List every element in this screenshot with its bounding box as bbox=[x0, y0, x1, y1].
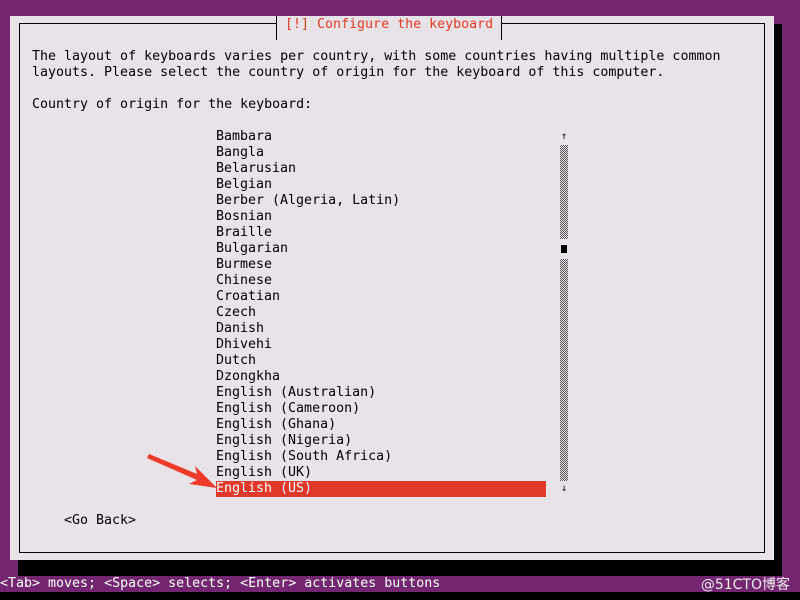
list-item[interactable]: English (Australian) bbox=[216, 385, 546, 401]
description-line-1: The layout of keyboards varies per count… bbox=[32, 49, 721, 64]
red-arrow-annotation-icon bbox=[147, 454, 217, 488]
scroll-thumb[interactable] bbox=[561, 245, 567, 253]
dialog-title: [!] Configure the keyboard bbox=[276, 16, 503, 40]
prompt-label: Country of origin for the keyboard: bbox=[32, 97, 313, 112]
list-item[interactable]: Burmese bbox=[216, 257, 546, 273]
list-item[interactable]: Dhivehi bbox=[216, 337, 546, 353]
list-item[interactable]: Danish bbox=[216, 321, 546, 337]
list-item[interactable]: Bambara bbox=[216, 129, 546, 145]
list-item[interactable]: Belgian bbox=[216, 177, 546, 193]
list-item[interactable]: Croatian bbox=[216, 289, 546, 305]
description-line-2: layouts. Please select the country of or… bbox=[32, 65, 665, 80]
list-item[interactable]: Bangla bbox=[216, 145, 546, 161]
list-item[interactable]: English (Cameroon) bbox=[216, 401, 546, 417]
status-bar: <Tab> moves; <Space> selects; <Enter> ac… bbox=[0, 576, 800, 592]
list-item[interactable]: English (UK) bbox=[216, 465, 546, 481]
scroll-up-icon[interactable]: ↑ bbox=[560, 129, 568, 145]
list-item[interactable]: Czech bbox=[216, 305, 546, 321]
list-item[interactable]: Bulgarian bbox=[216, 241, 546, 257]
scroll-track[interactable] bbox=[560, 145, 568, 481]
bottom-strip bbox=[0, 592, 800, 600]
scrollbar[interactable]: ↑ ↓ bbox=[560, 129, 568, 497]
list-item[interactable]: Dutch bbox=[216, 353, 546, 369]
list-item[interactable]: Dzongkha bbox=[216, 369, 546, 385]
list-item[interactable]: English (South Africa) bbox=[216, 449, 546, 465]
go-back-button[interactable]: <Go Back> bbox=[64, 513, 136, 529]
scroll-down-icon[interactable]: ↓ bbox=[560, 481, 568, 497]
list-item[interactable]: Bosnian bbox=[216, 209, 546, 225]
list-item[interactable]: Braille bbox=[216, 225, 546, 241]
configure-keyboard-dialog: [!] Configure the keyboard The layout of… bbox=[10, 16, 774, 560]
list-item[interactable]: Belarusian bbox=[216, 161, 546, 177]
list-item[interactable]: English (Nigeria) bbox=[216, 433, 546, 449]
list-item[interactable]: Chinese bbox=[216, 273, 546, 289]
list-item[interactable]: English (US) bbox=[216, 481, 546, 497]
list-item[interactable]: English (Ghana) bbox=[216, 417, 546, 433]
watermark: @51CTO博客 bbox=[700, 577, 790, 593]
list-item[interactable]: Berber (Algeria, Latin) bbox=[216, 193, 546, 209]
country-list[interactable]: Bambara Bangla Belarusian Belgian Berber (Al… bbox=[216, 129, 546, 497]
